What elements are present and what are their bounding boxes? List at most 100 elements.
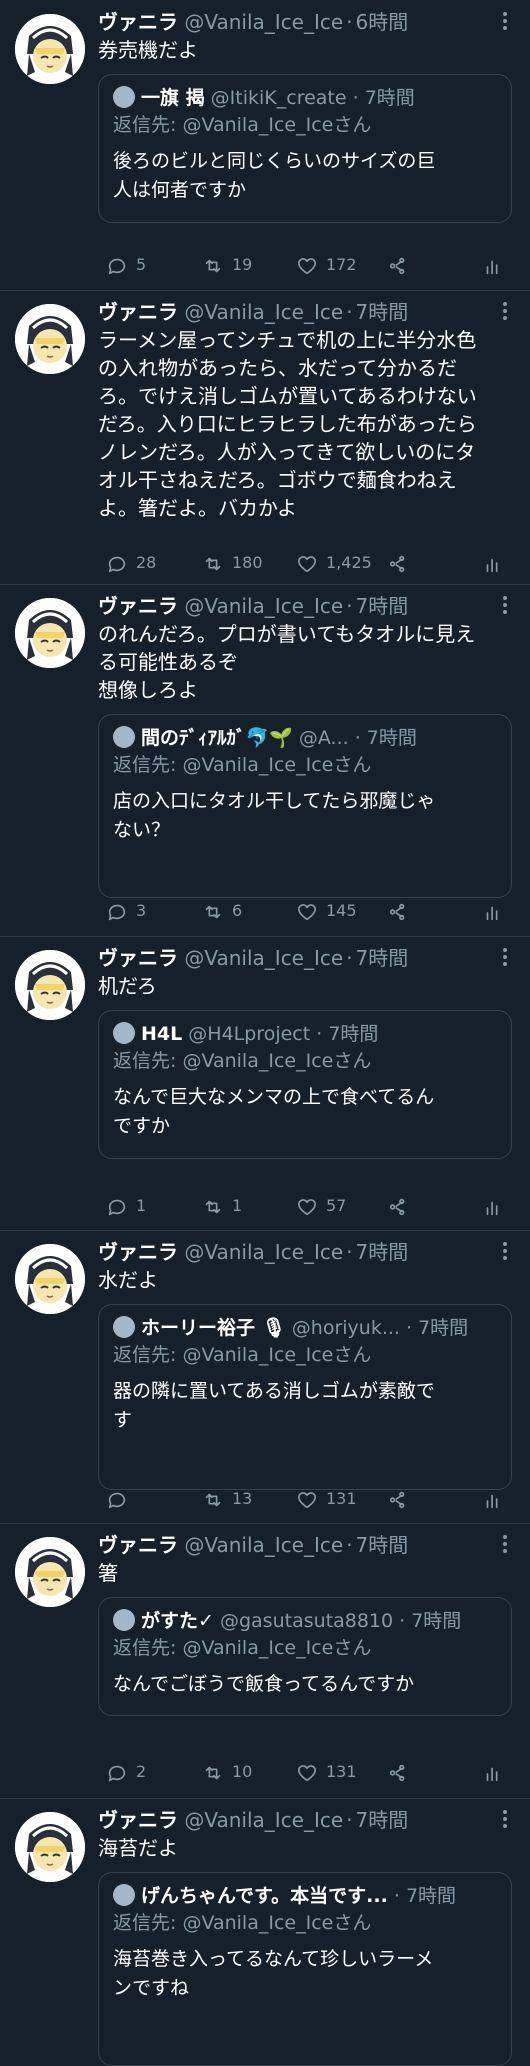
quoted-reply-to: 返信先: @Vanila_Ice_Iceさん	[113, 754, 372, 776]
analytics-icon	[482, 255, 504, 274]
tweet[interactable]: ヴァニラ @Vanila_Ice_Ice · 7時間 のれんだろ。プロが書いてもタオル…	[0, 584, 530, 937]
tweet-time[interactable]: 7時間	[356, 1240, 409, 1264]
author-name[interactable]: ヴァニラ	[98, 1533, 178, 1557]
dot-separator: ·	[393, 1885, 406, 1907]
analytics-button[interactable]	[474, 899, 504, 923]
retweet-button[interactable]: 180	[194, 551, 263, 575]
dot-separator: ·	[346, 946, 353, 970]
author-handle[interactable]: @Vanila_Ice_Ice	[184, 946, 343, 970]
author-name[interactable]: ヴァニラ	[98, 1808, 178, 1832]
tweet-text: 机だろ	[98, 974, 157, 998]
retweet-icon	[202, 1762, 224, 1781]
dot-separator: ·	[346, 1808, 353, 1832]
analytics-button[interactable]	[474, 1194, 504, 1218]
retweets-count: 180	[232, 553, 263, 572]
share-icon	[388, 901, 410, 920]
tweet[interactable]: ヴァニラ @Vanila_Ice_Ice · 6時間 券売機だよ 一旗 揭 @Itiki…	[0, 0, 530, 291]
avatar[interactable]	[15, 304, 85, 374]
like-button[interactable]: 145	[288, 899, 357, 923]
replies-count: 28	[136, 553, 157, 572]
reply-button[interactable]	[98, 1487, 136, 1511]
analytics-icon	[482, 1489, 504, 1508]
avatar[interactable]	[15, 950, 85, 1020]
like-button[interactable]: 172	[288, 253, 357, 277]
analytics-button[interactable]	[474, 551, 504, 575]
like-button[interactable]: 131	[288, 1760, 357, 1784]
like-button[interactable]: 131	[288, 1487, 357, 1511]
retweet-icon	[202, 553, 224, 572]
share-button[interactable]	[380, 551, 410, 575]
tweet-time[interactable]: 7時間	[356, 594, 409, 618]
author-handle[interactable]: @Vanila_Ice_Ice	[184, 1240, 343, 1264]
retweets-count: 19	[232, 255, 253, 274]
retweet-button[interactable]: 13	[194, 1487, 252, 1511]
tweet-actions: 2 10 131	[98, 1760, 508, 1784]
avatar[interactable]	[15, 598, 85, 668]
quoted-tweet[interactable]: がすた✓ @gasutasuta8810 · 7時間 返信先: @Vanila_I…	[98, 1597, 512, 1716]
like-icon	[296, 1196, 318, 1215]
share-button[interactable]	[380, 1487, 410, 1511]
retweet-button[interactable]: 19	[194, 253, 252, 277]
tweet-time[interactable]: 6時間	[356, 10, 409, 34]
author-name[interactable]: ヴァニラ	[98, 300, 178, 324]
tweet-content: ヴァニラ @Vanila_Ice_Ice · 7時間 のれんだろ。プロが書いてもタオル…	[98, 592, 512, 898]
tweet-time[interactable]: 7時間	[356, 946, 409, 970]
author-name[interactable]: ヴァニラ	[98, 946, 178, 970]
retweets-count: 10	[232, 1762, 253, 1781]
share-button[interactable]	[380, 253, 410, 277]
author-handle[interactable]: @Vanila_Ice_Ice	[184, 594, 343, 618]
author-handle[interactable]: @Vanila_Ice_Ice	[184, 300, 343, 324]
tweet[interactable]: ヴァニラ @Vanila_Ice_Ice · 7時間机だろ H4L @H4Lproje…	[0, 936, 530, 1231]
reply-button[interactable]: 3	[98, 899, 146, 923]
share-button[interactable]	[380, 899, 410, 923]
dot-separator: ·	[346, 594, 353, 618]
quoted-tweet[interactable]: 一旗 揭 @ItikiK_create · 7時間 返信先: @Vanila_Ic…	[98, 74, 512, 223]
tweet-text: 海苔だよ	[98, 1836, 178, 1860]
share-button[interactable]	[380, 1194, 410, 1218]
tweet[interactable]: ヴァニラ @Vanila_Ice_Ice · 7時間 ラーメン屋ってシチュで机の上に半…	[0, 290, 530, 585]
author-handle[interactable]: @Vanila_Ice_Ice	[184, 10, 343, 34]
analytics-button[interactable]	[474, 1487, 504, 1511]
avatar[interactable]	[15, 1812, 85, 1882]
quoted-reply-to: 返信先: @Vanila_Ice_Iceさん	[113, 114, 372, 136]
analytics-button[interactable]	[474, 1760, 504, 1784]
reply-button[interactable]: 28	[98, 551, 156, 575]
retweet-button[interactable]: 10	[194, 1760, 252, 1784]
author-name[interactable]: ヴァニラ	[98, 10, 178, 34]
quoted-tweet[interactable]: 間のﾃﾞｨｱﾙｶﾞ🐬🌱 @A... · 7時間 返信先: @Vanila_Ice_…	[98, 714, 512, 898]
like-button[interactable]: 1,425	[288, 551, 372, 575]
retweet-button[interactable]: 1	[194, 1194, 242, 1218]
tweet-time[interactable]: 7時間	[356, 1808, 409, 1832]
retweets-count: 13	[232, 1489, 253, 1508]
avatar[interactable]	[15, 1537, 85, 1607]
analytics-button[interactable]	[474, 253, 504, 277]
dot-separator: ·	[399, 1317, 419, 1339]
tweet[interactable]: ヴァニラ @Vanila_Ice_Ice · 7時間箸がすた✓ @gasutasut…	[0, 1523, 530, 1799]
quoted-tweet[interactable]: げんちゃんです。本当です... · 7時間 返信先: @Vanila_Ice_Ic…	[98, 1872, 512, 2066]
tweet[interactable]: ヴァニラ @Vanila_Ice_Ice · 7時間 水だよ ホーリー裕子 🎙 @hor…	[0, 1230, 530, 1524]
tweet-content: ヴァニラ @Vanila_Ice_Ice · 7時間机だろ H4L @H4Lproje…	[98, 944, 512, 1159]
reply-button[interactable]: 1	[98, 1194, 146, 1218]
author-name[interactable]: ヴァニラ	[98, 594, 178, 618]
author-name[interactable]: ヴァニラ	[98, 1240, 178, 1264]
retweet-button[interactable]: 6	[194, 899, 242, 923]
quoted-tweet[interactable]: ホーリー裕子 🎙 @horiyuk... · 7時間 返信先: @Vanila_I…	[98, 1304, 512, 1490]
share-button[interactable]	[380, 1760, 410, 1784]
reply-button[interactable]: 5	[98, 253, 146, 277]
author-handle[interactable]: @Vanila_Ice_Ice	[184, 1533, 343, 1557]
likes-count: 57	[326, 1196, 347, 1215]
tweet-time[interactable]: 7時間	[356, 1533, 409, 1557]
tweet[interactable]: ヴァニラ @Vanila_Ice_Ice · 7時間 海苔だよ げんちゃんです。本当です…	[0, 1798, 530, 2066]
quoted-header: げんちゃんです。本当です... · 7時間	[113, 1883, 497, 1909]
quoted-author-name: H4L	[141, 1023, 183, 1045]
tweet-text: 券売機だよ	[98, 38, 198, 62]
reply-button[interactable]: 2	[98, 1760, 146, 1784]
like-button[interactable]: 57	[288, 1194, 346, 1218]
author-handle[interactable]: @Vanila_Ice_Ice	[184, 1808, 343, 1832]
quoted-header: ホーリー裕子 🎙 @horiyuk... · 7時間	[113, 1315, 497, 1341]
tweet-time[interactable]: 7時間	[356, 300, 409, 324]
quoted-tweet[interactable]: H4L @H4Lproject · 7時間 返信先: @Vanila_Ice_Ic…	[98, 1010, 512, 1159]
avatar[interactable]	[15, 1244, 85, 1314]
avatar[interactable]	[15, 14, 85, 84]
quoted-avatar	[113, 1022, 135, 1044]
